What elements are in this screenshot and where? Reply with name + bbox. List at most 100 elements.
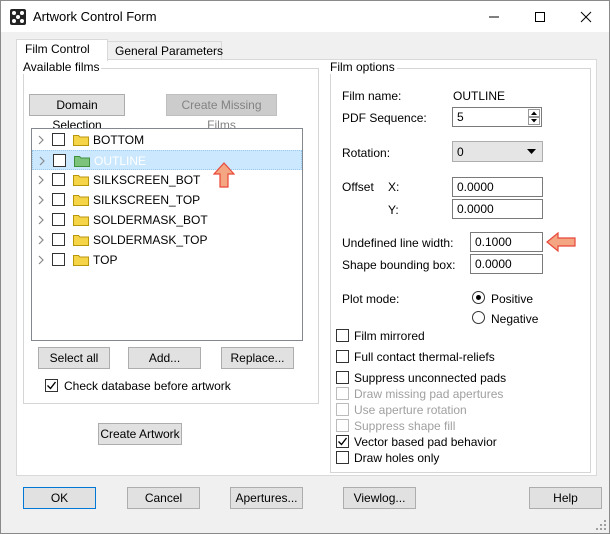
- film-checkbox[interactable]: [52, 173, 65, 186]
- suppress-shape-fill-checkbox[interactable]: [336, 419, 349, 432]
- film-checkbox[interactable]: [52, 193, 65, 206]
- tree-node[interactable]: SILKSCREEN_TOP: [32, 190, 302, 210]
- undefined-line-width-input[interactable]: 0.1000: [470, 232, 543, 252]
- suppress-unconnected-pads-label: Suppress unconnected pads: [354, 371, 507, 385]
- pdf-sequence-value: 5: [457, 110, 464, 124]
- minimize-icon: [489, 16, 499, 18]
- negative-radio[interactable]: [472, 311, 485, 324]
- maximize-icon: [535, 12, 545, 22]
- film-name: TOP: [93, 253, 118, 267]
- draw-missing-pad-apertures-checkbox[interactable]: [336, 387, 349, 400]
- pdf-sequence-label: PDF Sequence:: [342, 111, 427, 125]
- checkmark-icon: [338, 437, 348, 446]
- chevron-right-icon: [38, 175, 44, 185]
- vector-based-pad-behavior-label: Vector based pad behavior: [354, 435, 497, 449]
- chevron-right-icon: [38, 195, 44, 205]
- maximize-button[interactable]: [517, 1, 563, 32]
- negative-label: Negative: [491, 312, 539, 326]
- offset-y-label: Y:: [388, 203, 399, 217]
- cancel-button[interactable]: Cancel: [127, 487, 200, 509]
- close-button[interactable]: [563, 1, 609, 32]
- film-checkbox[interactable]: [52, 213, 65, 226]
- shape-bounding-box-input[interactable]: 0.0000: [470, 254, 543, 274]
- chevron-right-icon: [39, 156, 45, 166]
- offset-y-input[interactable]: 0.0000: [452, 199, 543, 219]
- film-name: SILKSCREEN_TOP: [93, 193, 201, 207]
- undefined-line-width-label: Undefined line width:: [342, 236, 454, 250]
- resize-grip-icon[interactable]: [595, 519, 607, 531]
- draw-holes-only-label: Draw holes only: [354, 451, 440, 465]
- offset-x-input[interactable]: 0.0000: [452, 177, 543, 197]
- tab-general-parameters[interactable]: General Parameters: [106, 41, 223, 60]
- close-icon: [580, 11, 592, 23]
- films-tree[interactable]: BOTTOM OUTLINE SILKSCREEN_BOT SILKSCREEN…: [31, 128, 303, 341]
- apertures-button[interactable]: Apertures...: [230, 487, 303, 509]
- chevron-right-icon: [38, 255, 44, 265]
- film-checkbox[interactable]: [52, 253, 65, 266]
- draw-missing-pad-apertures-label: Draw missing pad apertures: [354, 387, 504, 401]
- annotation-up-arrow-icon: [213, 162, 235, 188]
- film-name: SOLDERMASK_TOP: [93, 233, 208, 247]
- tree-node-selected[interactable]: OUTLINE: [32, 150, 302, 170]
- tree-node[interactable]: TOP: [32, 250, 302, 270]
- folder-icon: [73, 175, 89, 186]
- minimize-button[interactable]: [471, 1, 517, 32]
- draw-holes-only-checkbox[interactable]: [336, 451, 349, 464]
- full-contact-thermal-reliefs-checkbox[interactable]: [336, 350, 349, 363]
- chevron-right-icon: [38, 135, 44, 145]
- tree-node[interactable]: SOLDERMASK_BOT: [32, 210, 302, 230]
- rotation-label: Rotation:: [342, 146, 391, 160]
- suppress-shape-fill-label: Suppress shape fill: [354, 419, 456, 433]
- add-button[interactable]: Add...: [128, 347, 201, 369]
- rotation-value: 0: [457, 145, 464, 159]
- help-button[interactable]: Help: [529, 487, 602, 509]
- tree-node[interactable]: SOLDERMASK_TOP: [32, 230, 302, 250]
- pdf-sequence-spinner[interactable]: 5: [452, 107, 542, 127]
- shape-bounding-box-label: Shape bounding box:: [342, 258, 456, 272]
- title-bar[interactable]: Artwork Control Form: [1, 1, 609, 32]
- offset-x-label: X:: [388, 180, 400, 194]
- film-checkbox[interactable]: [53, 154, 66, 167]
- film-name: SOLDERMASK_BOT: [93, 213, 208, 227]
- app-icon: [10, 9, 26, 25]
- positive-label: Positive: [491, 292, 534, 306]
- film-name-value: OUTLINE: [453, 89, 506, 103]
- film-mirrored-checkbox[interactable]: [336, 329, 349, 342]
- full-contact-thermal-reliefs-label: Full contact thermal-reliefs: [354, 350, 495, 364]
- check-database-checkbox[interactable]: [45, 379, 58, 392]
- use-aperture-rotation-label: Use aperture rotation: [354, 403, 467, 417]
- spinner-arrows-icon[interactable]: [528, 109, 540, 125]
- folder-icon: [73, 255, 89, 266]
- tree-node[interactable]: SILKSCREEN_BOT: [32, 170, 302, 190]
- replace-button[interactable]: Replace...: [221, 347, 294, 369]
- create-artwork-button[interactable]: Create Artwork: [98, 423, 182, 445]
- window-title: Artwork Control Form: [33, 9, 157, 24]
- suppress-unconnected-pads-checkbox[interactable]: [336, 371, 349, 384]
- film-checkbox[interactable]: [52, 233, 65, 246]
- film-name-label: Film name:: [342, 89, 402, 103]
- viewlog-button[interactable]: Viewlog...: [343, 487, 416, 509]
- check-database-label: Check database before artwork: [64, 379, 231, 393]
- vector-based-pad-behavior-checkbox[interactable]: [336, 435, 349, 448]
- artwork-control-window: Artwork Control Form Film Control Genera…: [0, 0, 610, 534]
- use-aperture-rotation-checkbox[interactable]: [336, 403, 349, 416]
- rotation-dropdown[interactable]: 0: [452, 141, 543, 162]
- film-options-label: Film options: [328, 60, 397, 74]
- offset-label: Offset: [342, 180, 374, 194]
- film-checkbox[interactable]: [52, 133, 65, 146]
- film-name: BOTTOM: [93, 133, 145, 147]
- folder-icon: [73, 215, 89, 226]
- available-films-label: Available films: [21, 60, 102, 74]
- tab-film-control[interactable]: Film Control: [16, 39, 108, 61]
- annotation-left-arrow-icon: [546, 232, 576, 252]
- create-missing-films-button[interactable]: Create Missing Films: [166, 94, 277, 132]
- positive-radio[interactable]: [472, 291, 485, 304]
- film-name: SILKSCREEN_BOT: [93, 173, 201, 187]
- chevron-down-icon: [527, 149, 536, 154]
- domain-selection-button[interactable]: Domain Selection: [29, 94, 125, 132]
- tree-node[interactable]: BOTTOM: [32, 130, 302, 150]
- ok-button[interactable]: OK: [23, 487, 96, 509]
- folder-icon: [74, 156, 90, 167]
- folder-icon: [73, 195, 89, 206]
- select-all-button[interactable]: Select all: [38, 347, 110, 369]
